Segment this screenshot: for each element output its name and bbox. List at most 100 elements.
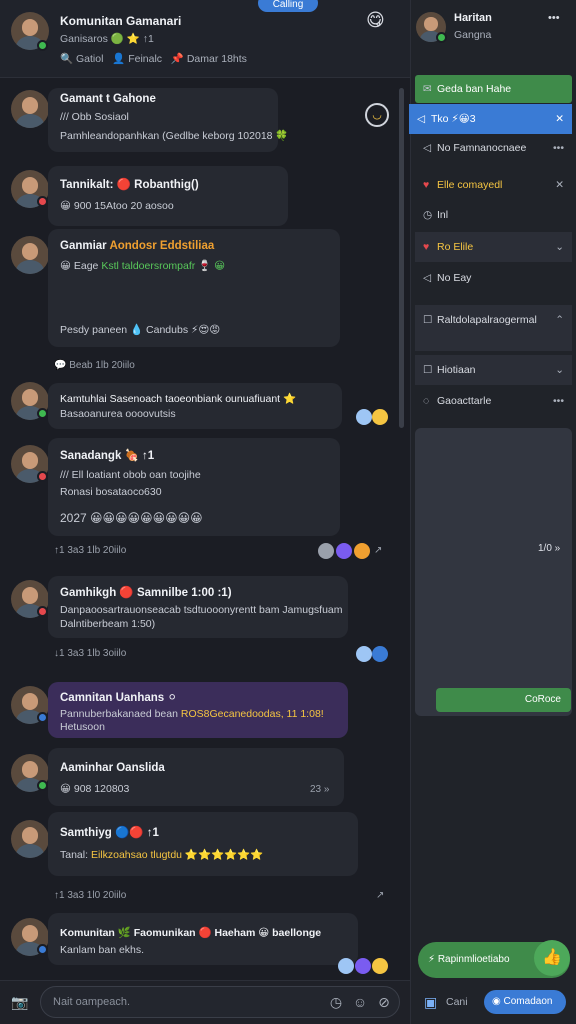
circle-icon: ◉ (492, 996, 501, 1007)
avatar[interactable] (11, 90, 49, 128)
message-line: Basaoanurea oooovutsis (60, 408, 176, 420)
message-author: Gamant t Gahone (60, 93, 156, 105)
preview-counter: 1/0 » (538, 543, 561, 554)
avatar[interactable] (11, 820, 49, 858)
message-line: Hetusoon (60, 721, 105, 733)
message-line: 😀 908 120803 (60, 783, 130, 795)
panel-item-1[interactable]: ◁ Tko ⚡😀3 ✕ (409, 104, 572, 134)
message-line: Dalntiberbeam 1:50) (60, 618, 156, 630)
status-dot (37, 606, 48, 617)
message-bubble (48, 812, 358, 876)
message-meta: ↓1 3a3 1lb 3oiilo (54, 648, 127, 659)
reply-icon[interactable]: ↗ (376, 890, 384, 901)
message-line: Pannuberbakanaed bean ROS8Gecanedoodas, … (60, 708, 324, 720)
message-line: /// Obb Sosiaol (60, 111, 129, 123)
reaction-icon[interactable] (338, 958, 354, 974)
call-pill[interactable]: Calling (258, 0, 318, 12)
reaction-icon[interactable] (356, 409, 372, 425)
message-line: Danpaoosartrauonseacab tsdtuooonyrentt b… (60, 604, 342, 616)
message-author: Samthiyg 🔵🔴 ↑1 (60, 827, 159, 839)
attach-icon[interactable]: ⊘ (374, 992, 394, 1012)
message-author: Kamtuhlai Sasenoach taoeonbiank ounuafiu… (60, 393, 297, 405)
reaction-icon[interactable] (372, 409, 388, 425)
message-input[interactable]: Nait oampeach. (40, 986, 400, 1018)
online-dot (37, 40, 48, 51)
pin-icon: 📌 (170, 53, 184, 65)
smile-icon[interactable]: ◡ (365, 103, 389, 127)
bottom-right-button[interactable]: ◉ Comadaon (484, 990, 566, 1014)
panel-item-3[interactable]: ♥ Elle comayedl ✕ (415, 170, 572, 200)
preview-button[interactable]: CoRoce (436, 688, 571, 712)
message-meta: ↑1 3a3 1lb 20iilo (54, 545, 127, 556)
message-author: Sanadangk 🍖 ↑1 (60, 450, 155, 462)
message-bubble (48, 383, 342, 429)
tab-row: 🔍 Gatiol 👤 Feinalc 📌 Damar 18hts (60, 52, 247, 65)
chat-subtitle: Ganisaros 🟢 ⭐ ↑1 (60, 33, 154, 45)
status-dot (37, 780, 48, 791)
reply-icon[interactable]: ↗ (374, 545, 382, 556)
plug-icon: ⚡ (428, 954, 436, 965)
scrollbar[interactable] (399, 88, 404, 428)
tab-1[interactable]: Feinalc (128, 53, 162, 65)
status-dot (37, 408, 48, 419)
message-author: Ganmiar Aondosr Eddstiliaa (60, 240, 215, 252)
panel-item-9[interactable]: ◌ Gaoacttarle ••• (415, 386, 572, 416)
user-name: Haritan (454, 12, 492, 24)
message-footer: Pesdy paneen 💧 Candubs ⚡😍😡 (60, 324, 221, 336)
reaction-icon[interactable] (355, 958, 371, 974)
image-icon[interactable]: ▣ (424, 994, 437, 1011)
message-bubble (48, 748, 344, 806)
avatar[interactable] (11, 236, 49, 274)
message-author: Aaminhar Oanslida (60, 762, 165, 774)
panel-item-8[interactable]: ☐ Hiotiaan ⌄ (415, 355, 572, 385)
status-dot (37, 944, 48, 955)
emoji-button-icon[interactable]: ☺ (350, 992, 370, 1012)
reaction-icon[interactable] (372, 958, 388, 974)
camera-icon[interactable]: 📷 (10, 992, 30, 1012)
message-line: Tanal: Eilkzoahsao tlugtdu ⭐⭐⭐⭐⭐⭐ (60, 849, 264, 861)
message-trail: 23 » (310, 784, 330, 795)
panel-item-2[interactable]: ◁ No Famnanocnaee ••• (415, 133, 572, 163)
message-author: Gamhikgh 🔴 Samnilbe 1:00 :1) (60, 587, 232, 599)
users-icon: 👤 (112, 53, 126, 65)
reaction-icon[interactable] (336, 543, 352, 559)
panel-item-7[interactable]: ☐ Raltdolapalraogermal ⌃ (415, 305, 572, 351)
online-dot (436, 32, 447, 43)
reaction-icon[interactable] (354, 543, 370, 559)
more-menu-icon[interactable]: ••• (548, 12, 560, 24)
panel-item-4[interactable]: ◷ Inl (415, 200, 572, 230)
reaction-icon[interactable] (356, 646, 372, 662)
thread-separator: 💬 Beab 1lb 20iilo (54, 360, 135, 371)
message-meta: ↑1 3a3 1l0 20iilo (54, 890, 127, 901)
message-author: Tannikalt: 🔴 Robanthig() (60, 179, 199, 191)
status-dot (37, 471, 48, 482)
message-line: Pamhleandopanhkan (Gedlbe keborg 102018 … (60, 130, 289, 142)
message-line: Kanlam ban ekhs. (60, 944, 145, 956)
reaction-icon[interactable] (372, 646, 388, 662)
status-dot (37, 712, 48, 723)
message-line: 😀 Eage Kstl taldoersrompafr 🍷 😀 (60, 260, 226, 272)
thumbs-up-icon[interactable]: 👍 (534, 940, 570, 976)
emoji-icon[interactable]: 😋 (366, 10, 385, 31)
reaction-icon[interactable] (318, 543, 334, 559)
preview-panel (415, 428, 572, 716)
message-line: 2027 😀😀😀😀😀😀😀😀😀 (60, 511, 203, 525)
panel-item-0[interactable]: ✉ Geda ban Hahe (415, 75, 572, 103)
search-icon: 🔍 (60, 53, 74, 65)
clock-icon[interactable]: ◷ (326, 992, 346, 1012)
message-bubble (48, 166, 288, 226)
tab-0[interactable]: Gatiol (76, 53, 103, 65)
message-bubble (48, 913, 358, 965)
chat-title: Komunitan Gamanari (60, 14, 182, 28)
message-author: Camnitan Uanhans ⚪ (60, 692, 177, 704)
status-dot (37, 196, 48, 207)
message-line: 😀 900 15Atoo 20 aosoo (60, 200, 174, 212)
user-status: Gangna (454, 29, 492, 41)
message-line: Ronasi bosataoco630 (60, 486, 162, 498)
bottom-left-label[interactable]: Cani (446, 996, 468, 1008)
panel-item-5[interactable]: ♥ Ro Elile ⌄ (415, 232, 572, 262)
message-author: Komunitan 🌿 Faomunikan 🔴 Haeham 😀 baello… (60, 927, 322, 939)
message-line: /// Ell loatiant obob oan toojihe (60, 469, 201, 481)
tab-2[interactable]: Damar 18hts (187, 53, 247, 65)
panel-item-6[interactable]: ◁ No Eay (415, 263, 572, 293)
